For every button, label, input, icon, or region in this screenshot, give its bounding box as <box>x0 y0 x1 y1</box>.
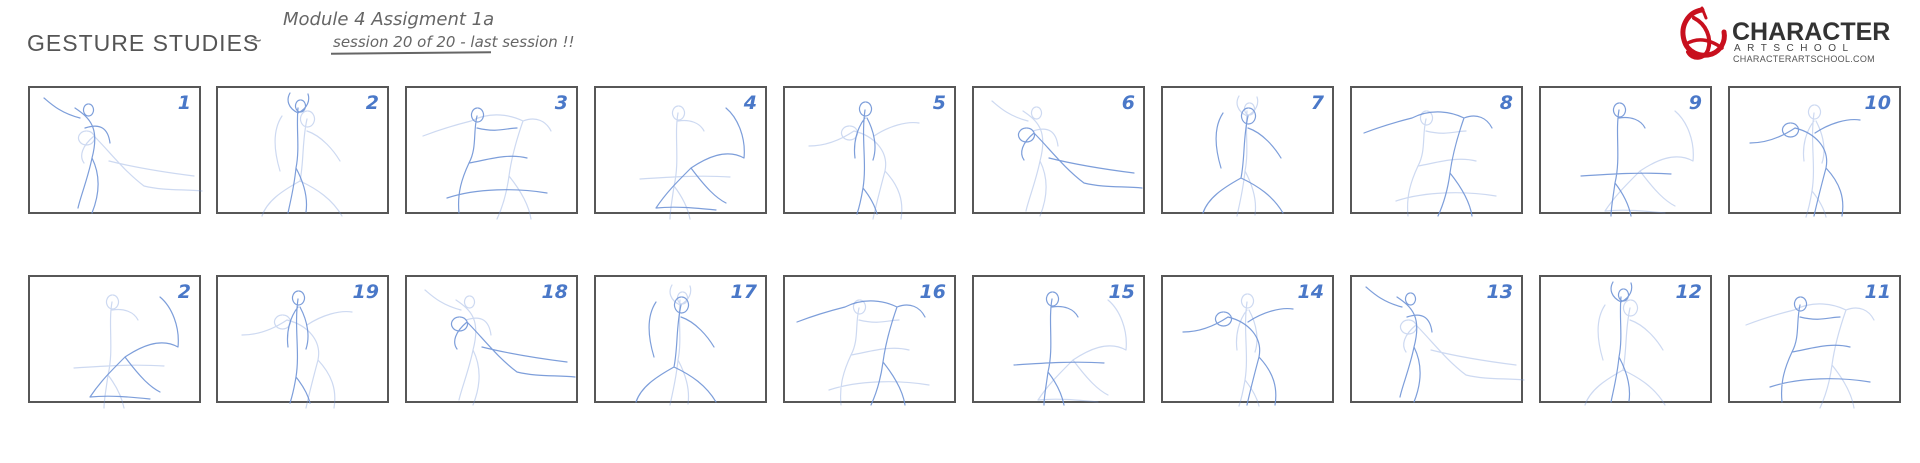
logo-subtitle: ARTSCHOOL <box>1734 43 1855 54</box>
panel-number: 1 <box>177 92 191 114</box>
note-underline <box>330 51 492 55</box>
logo-emblem-icon <box>1680 6 1727 60</box>
panel-number: 8 <box>1499 92 1513 114</box>
gesture-panel: 12 <box>1539 275 1712 406</box>
gesture-panel: 15 <box>972 275 1145 406</box>
page-title: GESTURE STUDIES <box>27 30 260 56</box>
gesture-panel: 1 <box>28 86 203 214</box>
panel-number: 15 <box>1108 281 1135 303</box>
logo-url: CHARACTERARTSCHOOL.COM <box>1733 54 1875 64</box>
gesture-panel: 11 <box>1728 275 1901 409</box>
panel-number: 10 <box>1864 92 1891 114</box>
panel-number: 2 <box>365 92 379 114</box>
gesture-panel: 19 <box>216 275 389 409</box>
handwritten-note-session: session 20 of 20 - last session !! <box>333 33 575 51</box>
gesture-panel: 4 <box>594 86 767 220</box>
panel-number: 2 <box>177 281 191 303</box>
gesture-panel: 2 <box>216 86 389 217</box>
gesture-panel: 2 <box>28 275 201 409</box>
panel-number: 17 <box>730 281 757 303</box>
gesture-panel: 10 <box>1728 86 1901 218</box>
panel-number: 16 <box>919 281 946 303</box>
panel-number: 14 <box>1297 281 1324 303</box>
gesture-panel: 5 <box>783 86 956 220</box>
panel-number: 12 <box>1675 281 1702 303</box>
gesture-panel: 8 <box>1350 86 1523 217</box>
panel-number: 3 <box>554 92 568 114</box>
gesture-panel: 18 <box>405 275 578 406</box>
gesture-panel: 14 <box>1161 275 1334 407</box>
panel-number: 18 <box>541 281 568 303</box>
title-dash: ~ <box>250 30 262 52</box>
handwritten-note-module: Module 4 Assigment 1a <box>283 9 495 30</box>
panel-number: 4 <box>743 92 757 114</box>
panel-number: 5 <box>932 92 946 114</box>
panel-number: 13 <box>1486 281 1513 303</box>
panel-number: 11 <box>1864 281 1891 303</box>
panel-number: 7 <box>1310 92 1324 114</box>
gesture-panel: 7 <box>1161 86 1334 217</box>
gesture-panel: 3 <box>405 86 578 220</box>
gesture-panel: 16 <box>783 275 956 406</box>
gesture-panel: 13 <box>1350 275 1525 403</box>
panel-number: 19 <box>352 281 379 303</box>
gesture-panel: 6 <box>972 86 1145 217</box>
character-art-school-logo: CHARACTER ARTSCHOOL CHARACTERARTSCHOOL.C… <box>1672 4 1912 64</box>
gesture-panel: 17 <box>594 275 767 406</box>
gesture-panel: 9 <box>1539 86 1712 217</box>
panel-number: 9 <box>1688 92 1702 114</box>
panel-number: 6 <box>1121 92 1135 114</box>
